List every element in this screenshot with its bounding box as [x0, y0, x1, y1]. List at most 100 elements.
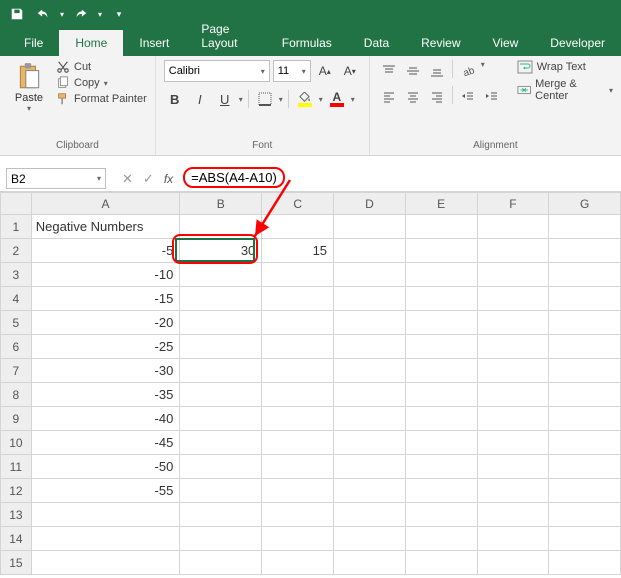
copy-dropdown-icon[interactable]: ▾ [104, 79, 108, 88]
name-box[interactable]: B2 ▾ [6, 168, 106, 189]
cell[interactable] [549, 311, 621, 335]
cell[interactable]: -50 [31, 455, 180, 479]
cell[interactable] [262, 359, 334, 383]
tab-formulas[interactable]: Formulas [266, 30, 348, 56]
cell[interactable] [180, 383, 262, 407]
cell[interactable] [405, 311, 477, 335]
undo-dropdown-icon[interactable]: ▾ [56, 2, 68, 26]
cell[interactable] [549, 215, 621, 239]
col-header-D[interactable]: D [334, 193, 406, 215]
tab-review[interactable]: Review [405, 30, 476, 56]
cell[interactable] [477, 239, 549, 263]
cell[interactable] [549, 551, 621, 575]
cell[interactable]: -5 [31, 239, 180, 263]
cell[interactable] [405, 431, 477, 455]
cell[interactable] [334, 239, 406, 263]
cell[interactable] [262, 431, 334, 455]
cell[interactable] [180, 359, 262, 383]
cell[interactable] [405, 407, 477, 431]
cell[interactable] [477, 455, 549, 479]
row-header[interactable]: 12 [1, 479, 32, 503]
cell[interactable] [477, 407, 549, 431]
cell[interactable] [405, 215, 477, 239]
font-name-select[interactable]: Calibri ▾ [164, 60, 270, 82]
enter-formula-icon[interactable]: ✓ [143, 171, 154, 187]
col-header-E[interactable]: E [405, 193, 477, 215]
cell[interactable] [180, 263, 262, 287]
cell[interactable] [477, 503, 549, 527]
cell[interactable] [477, 287, 549, 311]
row-header[interactable]: 11 [1, 455, 32, 479]
align-right-icon[interactable] [426, 86, 448, 108]
cell[interactable] [334, 455, 406, 479]
cell[interactable] [262, 407, 334, 431]
cell[interactable] [477, 479, 549, 503]
cell[interactable] [477, 311, 549, 335]
cell[interactable] [334, 551, 406, 575]
cell[interactable] [405, 479, 477, 503]
paste-button[interactable]: Paste ▾ [8, 60, 50, 113]
cell[interactable]: -30 [31, 359, 180, 383]
cell[interactable] [334, 287, 406, 311]
cell[interactable] [549, 479, 621, 503]
cell[interactable] [334, 335, 406, 359]
orientation-icon[interactable]: ab [457, 60, 479, 82]
cell[interactable] [31, 503, 180, 527]
formula-input[interactable]: =ABS(A4-A10) [183, 166, 621, 191]
redo-icon[interactable] [68, 2, 94, 26]
merge-dropdown-icon[interactable]: ▾ [609, 86, 613, 95]
cell[interactable] [31, 527, 180, 551]
cell[interactable] [334, 311, 406, 335]
cell[interactable] [180, 479, 262, 503]
cell[interactable]: -25 [31, 335, 180, 359]
cell[interactable] [334, 215, 406, 239]
cell[interactable]: -40 [31, 407, 180, 431]
cell[interactable] [180, 503, 262, 527]
cut-button[interactable]: Cut [56, 60, 147, 74]
cell[interactable] [405, 263, 477, 287]
cell[interactable] [477, 527, 549, 551]
row-header[interactable]: 5 [1, 311, 32, 335]
align-center-icon[interactable] [402, 86, 424, 108]
cell[interactable] [180, 527, 262, 551]
select-all-corner[interactable] [1, 193, 32, 215]
cell[interactable]: -55 [31, 479, 180, 503]
cell[interactable] [549, 263, 621, 287]
cell[interactable] [180, 551, 262, 575]
cell[interactable] [549, 383, 621, 407]
save-icon[interactable] [4, 2, 30, 26]
increase-font-icon[interactable]: A▴ [314, 60, 336, 82]
cell[interactable] [180, 311, 262, 335]
cancel-formula-icon[interactable]: ✕ [122, 171, 133, 187]
cell[interactable] [334, 407, 406, 431]
cell[interactable] [477, 383, 549, 407]
col-header-C[interactable]: C [262, 193, 334, 215]
col-header-F[interactable]: F [477, 193, 549, 215]
cell[interactable] [334, 359, 406, 383]
cell[interactable]: -10 [31, 263, 180, 287]
cell[interactable] [334, 383, 406, 407]
cell[interactable] [334, 503, 406, 527]
bold-button[interactable]: B [164, 88, 186, 110]
row-header[interactable]: 7 [1, 359, 32, 383]
row-header[interactable]: 9 [1, 407, 32, 431]
increase-indent-icon[interactable] [481, 86, 503, 108]
col-header-G[interactable]: G [549, 193, 621, 215]
font-color-dropdown-icon[interactable]: ▾ [351, 95, 355, 104]
cell[interactable] [262, 263, 334, 287]
cell[interactable] [549, 455, 621, 479]
align-left-icon[interactable] [378, 86, 400, 108]
cell[interactable] [180, 335, 262, 359]
copy-button[interactable]: Copy ▾ [56, 76, 147, 90]
row-header[interactable]: 2 [1, 239, 32, 263]
format-painter-button[interactable]: Format Painter [56, 92, 147, 106]
cell[interactable] [180, 287, 262, 311]
tab-insert[interactable]: Insert [123, 30, 185, 56]
cell[interactable] [549, 287, 621, 311]
cell[interactable] [262, 479, 334, 503]
borders-button[interactable] [254, 88, 276, 110]
col-header-A[interactable]: A [31, 193, 180, 215]
cell[interactable] [405, 551, 477, 575]
redo-dropdown-icon[interactable]: ▾ [94, 2, 106, 26]
cell[interactable]: -15 [31, 287, 180, 311]
